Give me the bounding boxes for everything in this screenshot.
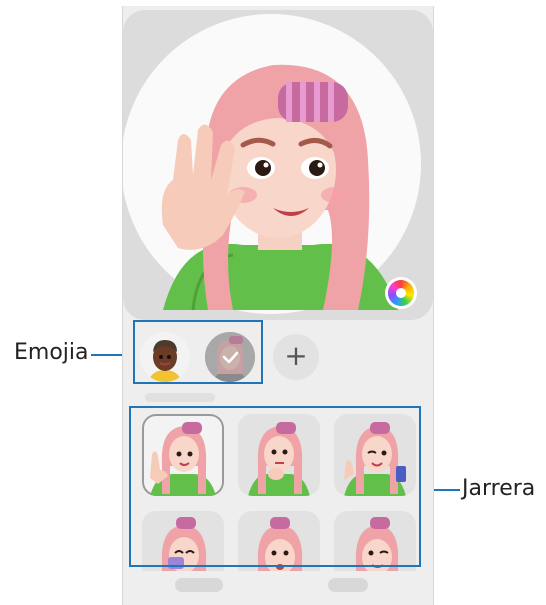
section-label-placeholder: [145, 393, 215, 402]
emoji-avatar-preview: [161, 64, 398, 311]
emoji-callout-label: Emojia: [14, 340, 89, 365]
plus-icon: +: [284, 339, 308, 372]
bottom-action-right[interactable]: [328, 578, 368, 592]
emoji-list-callout-box: [133, 320, 263, 384]
emoji-preview: [123, 10, 433, 320]
color-wheel-icon[interactable]: [388, 280, 414, 306]
add-emoji-button[interactable]: +: [273, 334, 319, 380]
stickers-callout-label: Jarrera: [462, 476, 536, 501]
sticker-list-callout-box: [129, 406, 421, 567]
bottom-action-left[interactable]: [175, 578, 223, 592]
